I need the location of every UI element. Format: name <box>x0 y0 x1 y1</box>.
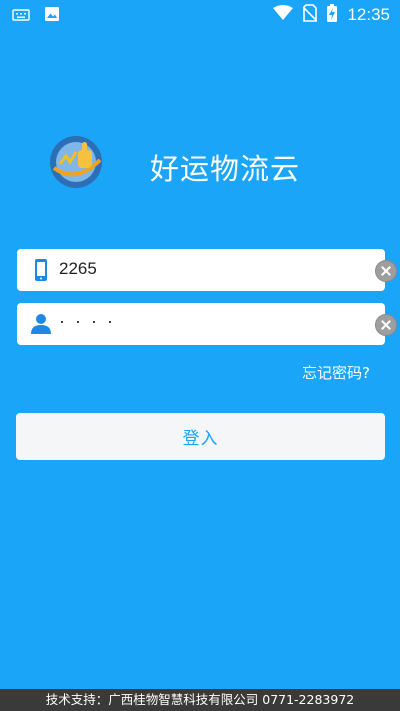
forgot-password-link[interactable]: 忘记密码? <box>302 362 370 383</box>
status-bar: 12:35 <box>0 0 400 28</box>
keyboard-icon <box>12 7 30 26</box>
phone-input-value[interactable]: 2265 <box>59 259 97 279</box>
app-logo <box>48 134 104 190</box>
phone-field[interactable]: 2265 <box>17 249 397 291</box>
image-icon <box>44 6 60 26</box>
battery-charging-icon <box>327 4 338 26</box>
footer-support-text: 技术支持：广西桂物智慧科技有限公司 0771-2283972 <box>0 689 400 711</box>
clear-phone-button[interactable] <box>375 260 397 282</box>
wifi-icon <box>273 5 294 25</box>
phone-icon <box>29 258 53 282</box>
no-sim-icon <box>302 4 319 26</box>
password-input-value[interactable]: ···· <box>59 311 123 332</box>
clock: 12:35 <box>347 5 390 24</box>
login-button[interactable]: 登入 <box>16 413 385 460</box>
app-title: 好运物流云 <box>150 152 301 186</box>
password-field[interactable]: ···· <box>17 303 397 345</box>
clear-password-button[interactable] <box>375 314 397 336</box>
user-icon <box>29 312 53 336</box>
